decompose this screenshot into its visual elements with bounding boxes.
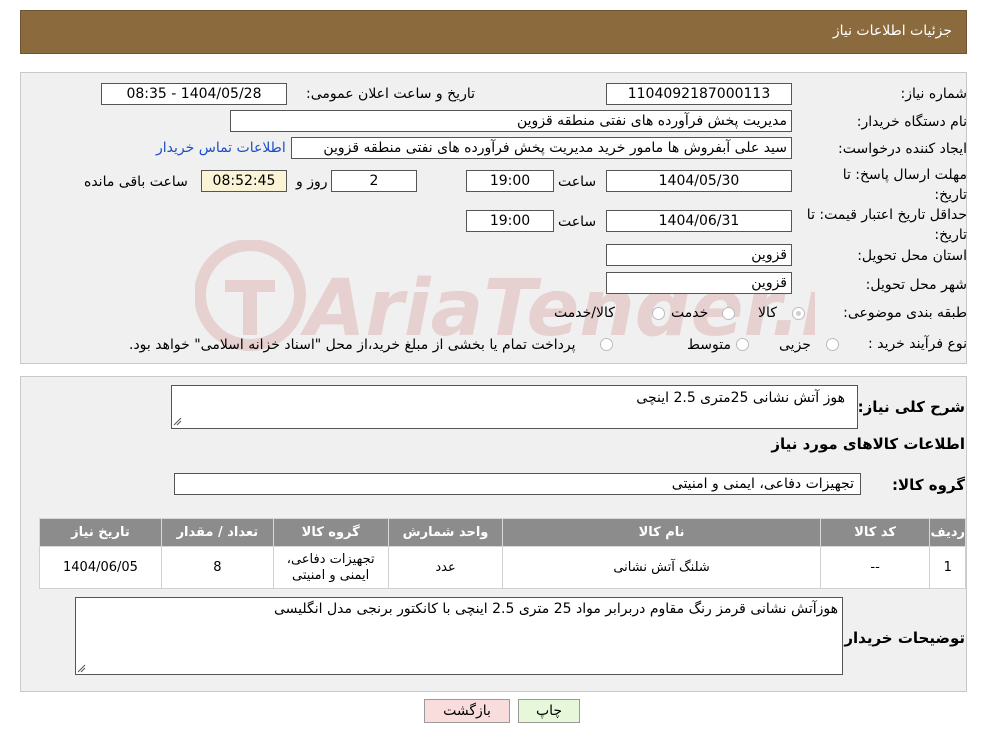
remaining-time-field[interactable]: 08:52:45 bbox=[201, 170, 287, 192]
print-button[interactable]: چاپ bbox=[518, 699, 580, 723]
process-note: پرداخت تمام یا بخشی از مبلغ خرید،از محل … bbox=[129, 337, 576, 353]
col-header-date: تاریخ نیاز bbox=[39, 518, 162, 547]
category-radio-goods[interactable] bbox=[792, 307, 805, 320]
cell-row-number: 1 bbox=[929, 546, 966, 589]
city-label: شهر محل تحویل: bbox=[865, 277, 967, 293]
goods-group-label: گروه کالا: bbox=[892, 476, 965, 494]
page-header: جزئیات اطلاعات نیاز bbox=[20, 10, 967, 54]
deadline-time-field[interactable]: 19:00 bbox=[466, 170, 554, 192]
buyer-org-label: نام دستگاه خریدار: bbox=[856, 114, 967, 130]
deadline-label: مهلت ارسال پاسخ: تا تاریخ: bbox=[842, 167, 967, 203]
province-label: استان محل تحویل: bbox=[857, 248, 967, 264]
goods-table-wrapper: ردیف کد کالا نام کالا واحد شمارش گروه کا… bbox=[39, 518, 966, 590]
buyer-contact-link[interactable]: اطلاعات تماس خریدار bbox=[156, 140, 286, 156]
validity-date-field[interactable]: 1404/06/31 bbox=[606, 210, 792, 232]
category-radio-both[interactable] bbox=[652, 307, 665, 320]
days-remaining-field[interactable]: 2 bbox=[331, 170, 417, 192]
table-header-row: ردیف کد کالا نام کالا واحد شمارش گروه کا… bbox=[39, 518, 966, 547]
process-radio-medium[interactable] bbox=[736, 338, 749, 351]
process-radio-treasury[interactable] bbox=[600, 338, 613, 351]
days-label: روز و bbox=[296, 174, 328, 190]
category-option-goods: کالا bbox=[758, 305, 777, 321]
validity-label: حداقل تاریخ اعتبار قیمت: تا تاریخ: bbox=[806, 207, 967, 243]
creator-field[interactable]: سید علی آبفروش ها مامور خرید مدیریت پخش … bbox=[291, 137, 792, 159]
city-field[interactable]: قزوین bbox=[606, 272, 792, 294]
goods-group-field[interactable]: تجهیزات دفاعی، ایمنی و امنیتی bbox=[174, 473, 861, 495]
cell-date: 1404/06/05 bbox=[39, 546, 162, 589]
process-label: نوع فرآیند خرید : bbox=[868, 336, 967, 352]
remaining-label: ساعت باقی مانده bbox=[84, 174, 188, 190]
cell-quantity: 8 bbox=[160, 546, 274, 589]
description-field[interactable]: هوز آتش نشانی 25متری 2.5 اینچی bbox=[171, 385, 858, 429]
col-header-group: گروه کالا bbox=[272, 518, 389, 547]
cell-name: شلنگ آتش نشانی bbox=[502, 546, 821, 589]
announce-field[interactable]: 1404/05/28 - 08:35 bbox=[101, 83, 287, 105]
cell-unit: عدد bbox=[387, 546, 504, 589]
province-field[interactable]: قزوین bbox=[606, 244, 792, 266]
category-radio-service[interactable] bbox=[722, 307, 735, 320]
category-label: طبقه بندی موضوعی: bbox=[843, 305, 967, 321]
buyer-notes-label: توضیحات خریدار: bbox=[838, 629, 965, 647]
col-header-code: کد کالا bbox=[819, 518, 931, 547]
category-option-service: خدمت bbox=[671, 305, 709, 321]
process-radio-minor[interactable] bbox=[826, 338, 839, 351]
category-option-both: کالا/خدمت bbox=[554, 305, 615, 321]
back-button[interactable]: بازگشت bbox=[424, 699, 510, 723]
process-option-medium: متوسط bbox=[687, 337, 731, 353]
process-option-minor: جزیی bbox=[779, 337, 811, 353]
validity-time-field[interactable]: 19:00 bbox=[466, 210, 554, 232]
announce-label: تاریخ و ساعت اعلان عمومی: bbox=[306, 86, 475, 102]
goods-info-title: اطلاعات کالاهای مورد نیاز bbox=[771, 435, 965, 453]
cell-group: تجهیزات دفاعی، ایمنی و امنیتی bbox=[272, 546, 389, 589]
deadline-time-label: ساعت bbox=[558, 174, 597, 190]
col-header-quantity: تعداد / مقدار bbox=[160, 518, 274, 547]
creator-label: ایجاد کننده درخواست: bbox=[838, 141, 967, 157]
cell-code: -- bbox=[819, 546, 931, 589]
table-row[interactable]: 1 -- شلنگ آتش نشانی عدد تجهیزات دفاعی، ا… bbox=[39, 546, 966, 589]
description-label: شرح کلی نیاز: bbox=[857, 398, 965, 416]
col-header-row-number: ردیف bbox=[929, 518, 966, 547]
validity-time-label: ساعت bbox=[558, 214, 597, 230]
resize-handle-icon[interactable] bbox=[77, 664, 86, 673]
need-number-label: شماره نیاز: bbox=[900, 86, 968, 102]
buyer-notes-field[interactable]: هوزآتش نشانی قرمز رنگ مقاوم دربرابر مواد… bbox=[75, 597, 843, 675]
need-number-field[interactable]: 1104092187000113 bbox=[606, 83, 792, 105]
resize-handle-icon[interactable] bbox=[173, 417, 182, 426]
page-title: جزئیات اطلاعات نیاز bbox=[832, 23, 952, 39]
deadline-date-field[interactable]: 1404/05/30 bbox=[606, 170, 792, 192]
buyer-org-field[interactable]: مدیریت پخش فرآورده های نفتی منطقه قزوین bbox=[230, 110, 792, 132]
goods-table: ردیف کد کالا نام کالا واحد شمارش گروه کا… bbox=[39, 518, 966, 589]
col-header-name: نام کالا bbox=[502, 518, 821, 547]
col-header-unit: واحد شمارش bbox=[387, 518, 504, 547]
